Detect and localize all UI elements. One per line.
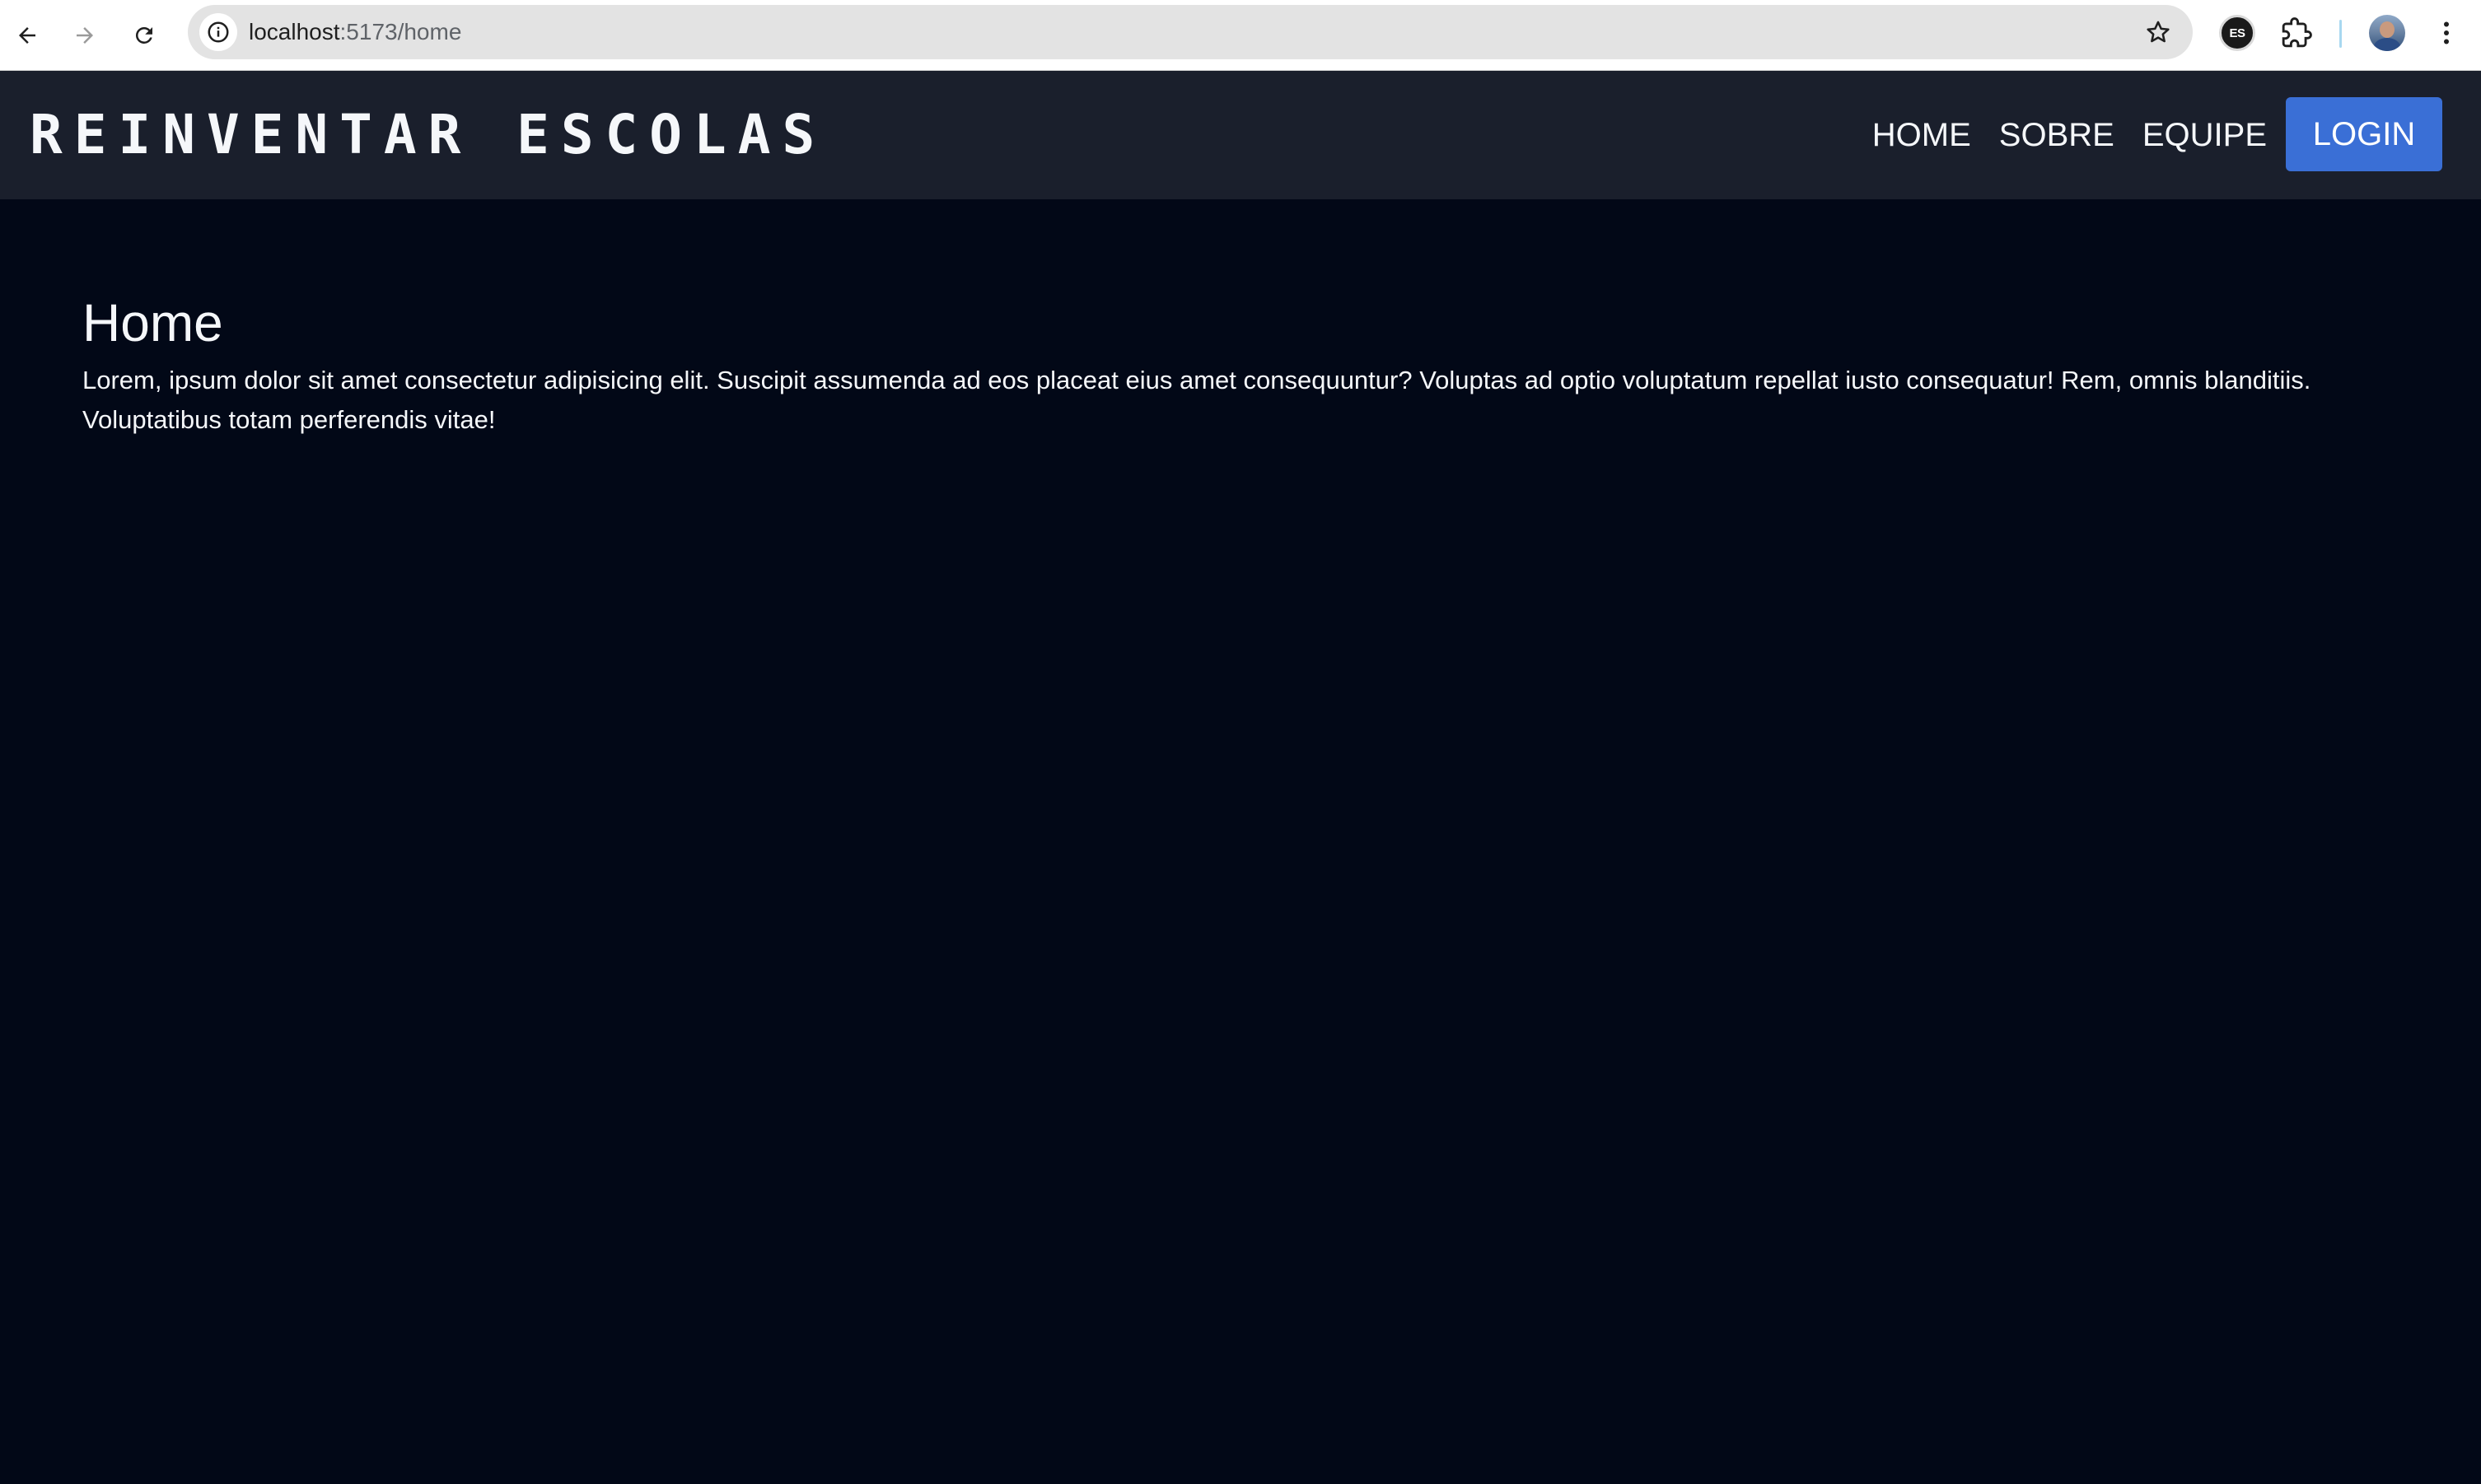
nav-links: HOME SOBRE EQUIPE — [1872, 99, 2267, 171]
reload-button[interactable] — [125, 16, 163, 54]
avatar-body — [2374, 38, 2400, 51]
extension-es-icon[interactable]: ES — [2219, 15, 2255, 51]
site-navbar: REINVENTAR ESCOLAS HOME SOBRE EQUIPE LOG… — [0, 71, 2481, 199]
back-arrow-icon — [19, 27, 35, 44]
bookmark-button[interactable] — [2142, 16, 2175, 49]
nav-link-sobre[interactable]: SOBRE — [1999, 117, 2114, 154]
back-button[interactable] — [8, 16, 46, 54]
login-button[interactable]: LOGIN — [2286, 97, 2442, 171]
extensions-button[interactable] — [2278, 15, 2315, 51]
url-text[interactable]: localhost:5173/home — [249, 5, 461, 59]
nav-link-equipe[interactable]: EQUIPE — [2142, 117, 2267, 154]
profile-avatar[interactable] — [2369, 15, 2405, 51]
site-info-button[interactable] — [199, 13, 237, 51]
info-icon — [208, 21, 229, 43]
avatar-head — [2380, 21, 2395, 38]
nav-link-home[interactable]: HOME — [1872, 117, 1971, 154]
page-title: Home — [82, 293, 223, 352]
main-content: Home Lorem, ipsum dolor sit amet consect… — [82, 288, 2405, 440]
url-host: localhost — [249, 19, 340, 44]
forward-button[interactable] — [66, 16, 104, 54]
toolbar-divider — [2339, 20, 2342, 48]
browser-toolbar: localhost:5173/home ES — [0, 0, 2481, 71]
page-body-text: Lorem, ipsum dolor sit amet consectetur … — [82, 366, 2311, 434]
reload-icon — [135, 26, 152, 44]
star-icon — [2147, 21, 2170, 43]
puzzle-icon — [2282, 17, 2312, 48]
forward-arrow-icon — [77, 27, 93, 44]
kebab-menu-icon — [2444, 21, 2449, 44]
url-path: :5173/home — [339, 19, 462, 44]
browser-menu-button[interactable] — [2428, 15, 2465, 51]
brand-logo[interactable]: REINVENTAR ESCOLAS — [30, 100, 826, 170]
address-bar[interactable]: localhost:5173/home — [188, 5, 2193, 59]
